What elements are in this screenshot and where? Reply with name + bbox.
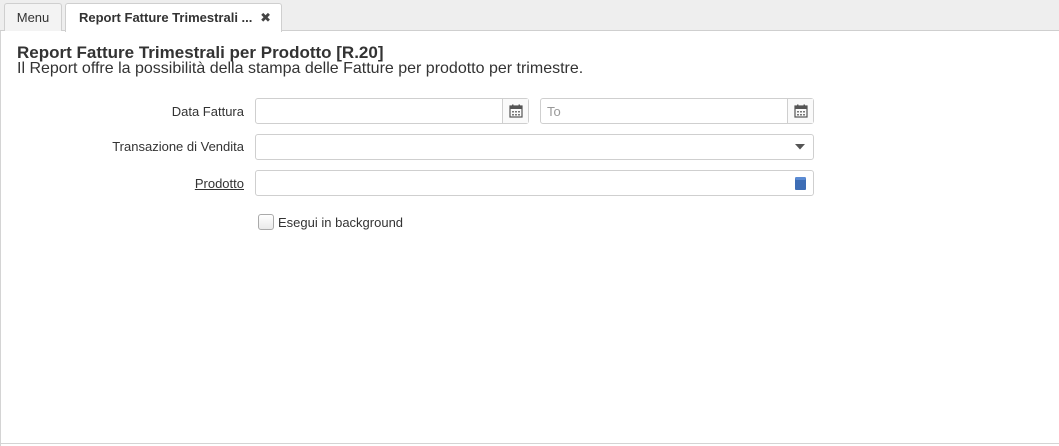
background-checkbox[interactable] — [258, 214, 274, 230]
transazione-input[interactable] — [256, 135, 786, 159]
tab-report-label: Report Fatture Trimestrali ... — [79, 10, 253, 25]
transazione-select[interactable] — [255, 134, 814, 160]
data-fattura-to-input[interactable] — [541, 99, 787, 123]
product-search-button[interactable] — [787, 171, 813, 195]
chevron-down-icon — [795, 144, 805, 150]
transazione-label: Transazione di Vendita — [112, 139, 244, 154]
prodotto-label[interactable]: Prodotto — [0, 176, 244, 191]
page-description: Il Report offre la possibilità della sta… — [17, 60, 584, 77]
data-fattura-to-field — [540, 98, 814, 124]
calendar-icon — [508, 104, 523, 118]
dropdown-button[interactable] — [787, 135, 813, 159]
data-fattura-from-input[interactable] — [256, 99, 502, 123]
tab-bar: Menu Report Fatture Trimestrali ... ✖ — [0, 0, 1059, 32]
data-fattura-label: Data Fattura — [171, 104, 244, 119]
product-search-icon — [794, 176, 806, 190]
tab-report-fatture[interactable]: Report Fatture Trimestrali ... ✖ — [65, 3, 282, 32]
tab-menu-label: Menu — [16, 10, 50, 25]
prodotto-input[interactable] — [256, 171, 786, 195]
frame-border — [0, 31, 1, 446]
calendar-button[interactable] — [502, 99, 528, 123]
data-fattura-from-field — [255, 98, 529, 124]
bottom-divider — [0, 443, 1059, 444]
calendar-icon — [793, 104, 808, 118]
prodotto-field — [255, 170, 814, 196]
calendar-button[interactable] — [787, 99, 813, 123]
background-checkbox-label: Esegui in background — [278, 215, 404, 230]
tab-menu[interactable]: Menu — [4, 3, 62, 31]
close-icon[interactable]: ✖ — [260, 4, 271, 31]
